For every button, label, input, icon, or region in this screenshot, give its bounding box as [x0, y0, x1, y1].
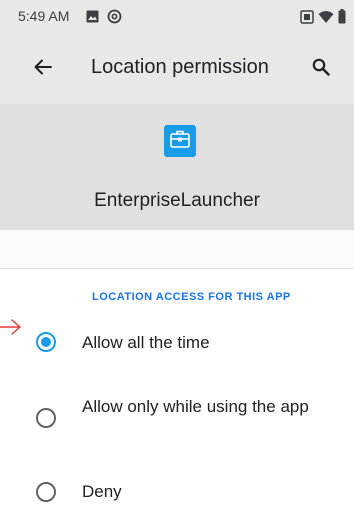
option-allow-while-using[interactable]: Allow only while using the app	[0, 396, 354, 444]
battery-icon	[338, 9, 346, 29]
back-button[interactable]	[30, 56, 56, 82]
page-title: Location permission	[91, 56, 269, 78]
option-label: Allow only while using the app	[82, 397, 309, 416]
radio-button-selected[interactable]	[36, 332, 56, 352]
app-icon	[164, 125, 196, 157]
option-deny[interactable]: Deny	[0, 480, 354, 510]
option-allow-all-the-time[interactable]: Allow all the time	[0, 328, 354, 358]
status-left-icons	[86, 9, 122, 29]
radio-button[interactable]	[36, 408, 56, 428]
at-sign-icon	[107, 9, 122, 29]
status-bar: 5:49 AM	[0, 0, 354, 34]
radio-button[interactable]	[36, 482, 56, 502]
sim-icon	[300, 9, 314, 29]
app-name: EnterpriseLauncher	[94, 190, 260, 211]
wifi-icon	[318, 10, 334, 29]
app-bar: Location permission	[0, 34, 354, 104]
option-label: Allow all the time	[82, 333, 210, 352]
search-button[interactable]	[308, 56, 334, 82]
arrow-left-icon	[34, 58, 52, 81]
status-time: 5:49 AM	[18, 8, 70, 24]
divider	[0, 230, 354, 269]
status-right-icons	[300, 9, 346, 29]
option-label: Deny	[82, 482, 122, 501]
briefcase-icon	[169, 129, 191, 154]
app-header: EnterpriseLauncher	[0, 104, 354, 230]
section-header: LOCATION ACCESS FOR THIS APP	[92, 291, 291, 303]
search-icon	[312, 58, 330, 81]
image-icon	[86, 10, 99, 28]
